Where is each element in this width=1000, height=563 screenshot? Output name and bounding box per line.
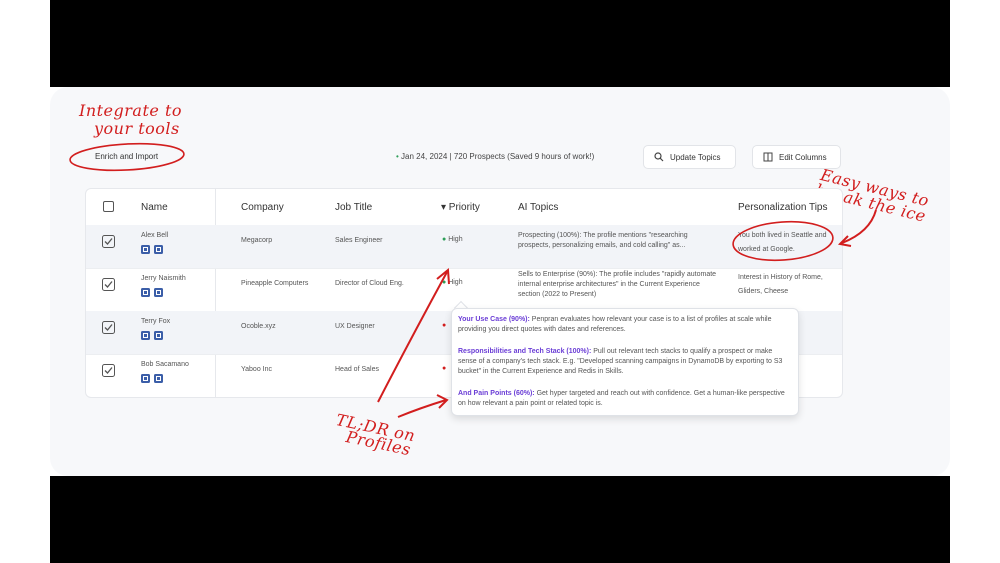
priority-badge: ●: [442, 322, 446, 329]
priority-badge: ● High: [442, 236, 463, 243]
search-icon: [654, 152, 664, 162]
header-ai-topics[interactable]: AI Topics: [518, 202, 558, 213]
ai-topics-popover: Your Use Case (90%): Penpran evaluates h…: [451, 308, 799, 416]
prospect-stats: • Jan 24, 2024 | 720 Prospects (Saved 9 …: [396, 152, 594, 161]
personalization-tip: Interest in History of Rome, Gliders, Ch…: [738, 274, 823, 295]
prospect-stats-text: Jan 24, 2024 | 720 Prospects (Saved 9 ho…: [401, 152, 595, 161]
edit-columns-label: Edit Columns: [779, 152, 827, 162]
prospect-name[interactable]: Alex Bell: [141, 231, 168, 241]
profile-links: [141, 245, 163, 254]
select-all-checkbox[interactable]: [103, 201, 114, 212]
update-topics-label: Update Topics: [670, 152, 721, 162]
popover-item-title: Your Use Case (90%):: [458, 316, 530, 323]
prospect-job-title: Head of Sales: [335, 366, 379, 373]
popover-item-pain-points: And Pain Points (60%): Get hyper targete…: [458, 389, 790, 409]
checkbox-checked-icon[interactable]: [102, 278, 115, 291]
header-personalization-tips[interactable]: Personalization Tips: [738, 202, 828, 213]
enrich-import-link[interactable]: Enrich and Import: [95, 152, 158, 161]
annotation-integrate-line1: Integrate to: [79, 101, 182, 120]
popover-item-tech-stack: Responsibilities and Tech Stack (100%): …: [458, 347, 790, 377]
prospect-job-title: Sales Engineer: [335, 237, 383, 244]
profile-links: [141, 374, 163, 383]
prospect-name[interactable]: Terry Fox: [141, 317, 170, 327]
popover-item-use-case: Your Use Case (90%): Penpran evaluates h…: [458, 315, 790, 335]
prospect-name[interactable]: Jerry Naismith: [141, 274, 186, 284]
priority-label: High: [448, 279, 463, 286]
linkedin-icon[interactable]: [141, 245, 150, 254]
linkedin-icon[interactable]: [141, 374, 150, 383]
linkedin-icon[interactable]: [141, 331, 150, 340]
checkbox-checked-icon[interactable]: [102, 364, 115, 377]
update-topics-button[interactable]: Update Topics: [643, 145, 736, 169]
prospect-job-title: Director of Cloud Eng.: [335, 280, 404, 287]
personalization-tip: You both lived in Seattle and worked at …: [738, 232, 827, 253]
header-company[interactable]: Company: [241, 202, 284, 213]
prospect-company: Ocoble.xyz: [241, 323, 276, 330]
letterbox-bottom: [50, 476, 950, 563]
checkbox-checked-icon[interactable]: [102, 321, 115, 334]
linkedin-icon[interactable]: [141, 288, 150, 297]
table-header: Name Company Job Title ▾ Priority AI Top…: [86, 189, 842, 226]
annotation-integrate-line2: your tools: [94, 119, 180, 138]
ai-topic-summary[interactable]: Prospecting (100%): The profile mentions…: [518, 231, 720, 251]
popover-item-title: And Pain Points (60%):: [458, 390, 535, 397]
profile-links: [141, 288, 163, 297]
priority-label: High: [448, 236, 463, 243]
letterbox-top: [50, 0, 950, 87]
columns-icon: [763, 152, 773, 162]
priority-badge: ●: [442, 365, 446, 372]
priority-dot-icon: ●: [442, 322, 447, 329]
header-priority[interactable]: ▾ Priority: [441, 202, 480, 213]
profile-link-icon[interactable]: [154, 374, 163, 383]
profile-link-icon[interactable]: [154, 288, 163, 297]
header-name[interactable]: Name: [141, 202, 168, 213]
popover-item-title: Responsibilities and Tech Stack (100%):: [458, 348, 592, 355]
prospect-company: Megacorp: [241, 237, 273, 244]
prospect-name[interactable]: Bob Sacamano: [141, 360, 189, 370]
table-row[interactable]: Alex Bell Megacorp Sales Engineer ● High…: [86, 225, 842, 269]
prospect-job-title: UX Designer: [335, 323, 375, 330]
priority-dot-icon: ●: [442, 365, 447, 372]
priority-badge: ● High: [442, 279, 463, 286]
edit-columns-button[interactable]: Edit Columns: [752, 145, 841, 169]
prospect-company: Pineapple Computers: [241, 280, 309, 287]
checkbox-checked-icon[interactable]: [102, 235, 115, 248]
header-job-title[interactable]: Job Title: [335, 202, 372, 213]
profile-link-icon[interactable]: [154, 331, 163, 340]
profile-link-icon[interactable]: [154, 245, 163, 254]
profile-links: [141, 331, 163, 340]
prospect-company: Yaboo Inc: [241, 366, 273, 373]
ai-topic-summary[interactable]: Sells to Enterprise (90%): The profile i…: [518, 270, 720, 300]
